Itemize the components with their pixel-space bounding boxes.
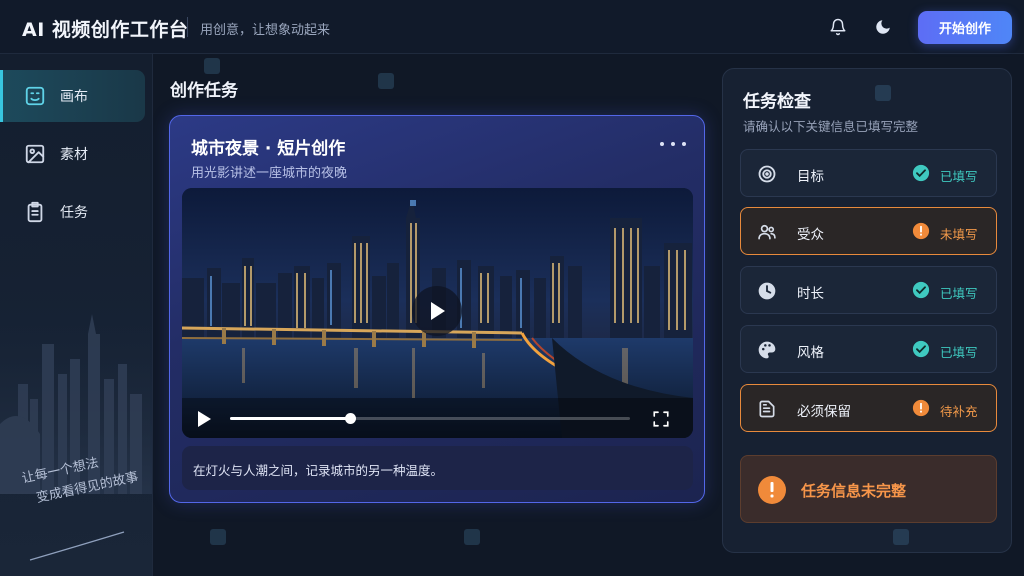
progress-fill bbox=[230, 417, 350, 420]
sidebar-item-tasks[interactable]: 任务 bbox=[0, 186, 145, 238]
video-description: 在灯火与人潮之间，记录城市的另一种温度。 bbox=[182, 446, 693, 490]
card-title: 城市夜景 · 短片创作 bbox=[191, 139, 346, 159]
app-tagline: 用创意，让想象动起来 bbox=[200, 23, 331, 38]
warning-circle-icon bbox=[912, 399, 930, 417]
panel-subtitle: 请确认以下关键信息已填写完整 bbox=[743, 119, 919, 134]
alert-text: 任务信息未完整 bbox=[801, 482, 907, 500]
app-title: AI 视频创作工作台 bbox=[22, 19, 189, 41]
fullscreen-icon[interactable] bbox=[652, 410, 670, 432]
check-row-style[interactable]: 风格 已填写 bbox=[740, 325, 997, 373]
progress-thumb[interactable] bbox=[345, 413, 356, 424]
sidebar-item-label: 素材 bbox=[60, 147, 88, 163]
start-creation-button[interactable]: 开始创作 bbox=[918, 11, 1012, 44]
check-row-status: 已填写 bbox=[940, 169, 978, 184]
check-row-goal[interactable]: 目标 已填写 bbox=[740, 149, 997, 197]
watermark-icon bbox=[875, 85, 891, 101]
document-icon bbox=[756, 398, 778, 420]
check-row-label: 必须保留 bbox=[797, 404, 851, 420]
watermark-icon bbox=[378, 73, 394, 89]
sidebar-item-label: 画布 bbox=[60, 89, 88, 105]
moon-icon[interactable] bbox=[872, 16, 894, 38]
watermark-icon bbox=[204, 58, 220, 74]
alert-icon bbox=[758, 476, 786, 504]
video-progress-bar[interactable] bbox=[230, 413, 630, 424]
panel-title: 任务检查 bbox=[743, 92, 811, 112]
watermark-icon bbox=[893, 529, 909, 545]
play-button[interactable] bbox=[412, 286, 462, 336]
card-subtitle: 用光影讲述一座城市的夜晚 bbox=[191, 166, 348, 181]
check-row-must-keep[interactable]: 必须保留 待补充 bbox=[740, 384, 997, 432]
target-icon bbox=[756, 163, 778, 185]
check-row-label: 时长 bbox=[797, 286, 824, 302]
section-title: 创作任务 bbox=[170, 81, 238, 101]
check-row-label: 受众 bbox=[797, 227, 824, 243]
play-control-icon[interactable] bbox=[196, 410, 212, 432]
bell-icon[interactable] bbox=[827, 16, 849, 38]
check-row-duration[interactable]: 时长 已填写 bbox=[740, 266, 997, 314]
watermark-icon bbox=[210, 529, 226, 545]
check-row-status: 已填写 bbox=[940, 286, 978, 301]
incomplete-alert: 任务信息未完整 bbox=[740, 455, 997, 523]
slogan-underline bbox=[29, 531, 125, 561]
top-header: AI 视频创作工作台 用创意，让想象动起来 开始创作 bbox=[0, 0, 1024, 54]
task-check-panel: 任务检查 请确认以下关键信息已填写完整 目标 已填写 受众 未填写 时长 已填写… bbox=[722, 68, 1012, 553]
check-row-status: 待补充 bbox=[940, 404, 978, 419]
warning-circle-icon bbox=[912, 222, 930, 240]
clock-icon bbox=[756, 280, 778, 302]
check-circle-icon bbox=[912, 164, 930, 182]
palette-icon bbox=[756, 339, 778, 361]
check-row-label: 目标 bbox=[797, 169, 824, 185]
sidebar: 画布 素材 任务 让每一个想法 变成看得见的故事 bbox=[0, 54, 153, 576]
image-icon bbox=[24, 143, 46, 165]
users-icon bbox=[756, 221, 778, 243]
check-circle-icon bbox=[912, 281, 930, 299]
check-row-label: 风格 bbox=[797, 345, 824, 361]
video-task-card[interactable]: 城市夜景 · 短片创作 用光影讲述一座城市的夜晚 在灯火与人潮之间，记录城市的另… bbox=[169, 115, 705, 503]
title-divider bbox=[187, 17, 188, 37]
more-options-icon[interactable] bbox=[660, 136, 686, 152]
video-player[interactable] bbox=[182, 188, 693, 438]
canvas-icon bbox=[24, 85, 46, 107]
watermark-icon bbox=[464, 529, 480, 545]
check-row-status: 已填写 bbox=[940, 345, 978, 360]
sidebar-item-label: 任务 bbox=[60, 205, 88, 221]
check-row-status: 未填写 bbox=[940, 227, 978, 242]
sidebar-item-canvas[interactable]: 画布 bbox=[0, 70, 145, 122]
sidebar-item-assets[interactable]: 素材 bbox=[0, 128, 145, 180]
check-row-audience[interactable]: 受众 未填写 bbox=[740, 207, 997, 255]
check-circle-icon bbox=[912, 340, 930, 358]
clipboard-icon bbox=[24, 201, 46, 223]
